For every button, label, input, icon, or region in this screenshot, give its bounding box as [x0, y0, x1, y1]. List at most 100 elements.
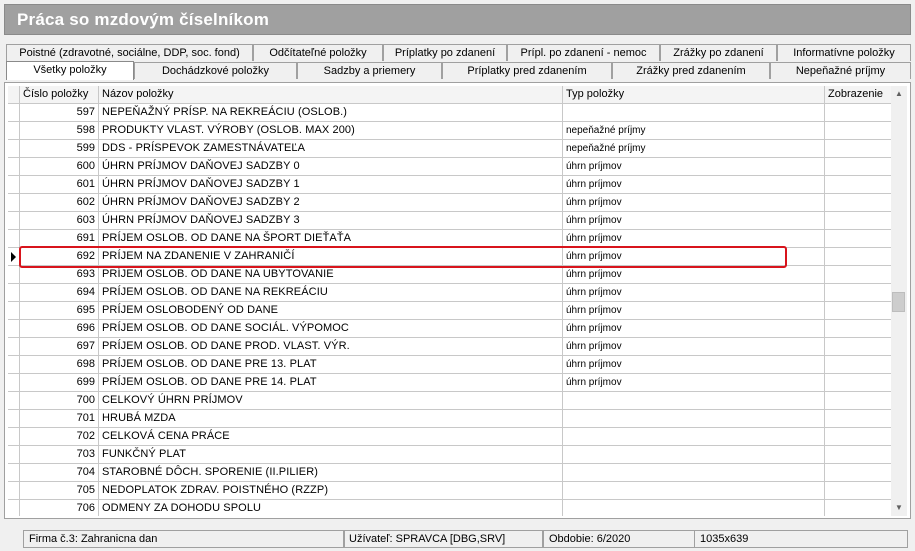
cell-typ-polozky[interactable]: úhrn príjmov [563, 302, 825, 320]
row-indicator-cell[interactable] [8, 392, 20, 410]
table-row[interactable]: 705 NEDOPLATOK ZDRAV. POISTNÉHO (RZZP) [8, 482, 892, 500]
cell-cislo-polozky[interactable]: 691 [20, 230, 99, 248]
cell-cislo-polozky[interactable]: 698 [20, 356, 99, 374]
cell-zobrazenie[interactable] [825, 266, 892, 284]
table-row[interactable]: 598 PRODUKTY VLAST. VÝROBY (OSLOB. MAX 20… [8, 122, 892, 140]
cell-cislo-polozky[interactable]: 598 [20, 122, 99, 140]
table-row[interactable]: 600 ÚHRN PRÍJMOV DAŇOVEJ SADZBY 0 úhrn prí… [8, 158, 892, 176]
cell-zobrazenie[interactable] [825, 212, 892, 230]
cell-typ-polozky[interactable]: úhrn príjmov [563, 194, 825, 212]
cell-typ-polozky[interactable]: úhrn príjmov [563, 230, 825, 248]
table-row[interactable]: 692 PRÍJEM NA ZDANENIE V ZAHRANIČÍ úhrn pr… [8, 248, 892, 266]
cell-nazov-polozky[interactable]: PRÍJEM OSLOB. OD DANE PRE 13. PLAT [99, 356, 563, 374]
table-row[interactable]: 693 PRÍJEM OSLOB. OD DANE NA UBYTOVANIE úh… [8, 266, 892, 284]
row-indicator-cell[interactable] [8, 464, 20, 482]
cell-nazov-polozky[interactable]: PRÍJEM OSLOBODENÝ OD DANE [99, 302, 563, 320]
cell-nazov-polozky[interactable]: PRÍJEM OSLOB. OD DANE PRE 14. PLAT [99, 374, 563, 392]
cell-nazov-polozky[interactable]: CELKOVÝ ÚHRN PRÍJMOV [99, 392, 563, 410]
header-cislo-polozky[interactable]: Číslo položky [20, 86, 99, 104]
cell-nazov-polozky[interactable]: NEDOPLATOK ZDRAV. POISTNÉHO (RZZP) [99, 482, 563, 500]
cell-nazov-polozky[interactable]: FUNKČNÝ PLAT [99, 446, 563, 464]
table-row[interactable]: 698 PRÍJEM OSLOB. OD DANE PRE 13. PLAT úhr… [8, 356, 892, 374]
row-indicator-cell[interactable] [8, 122, 20, 140]
tab-priplatky-po-zdaneni[interactable]: Príplatky po zdanení [383, 44, 507, 61]
header-nazov-polozky[interactable]: Názov položky [99, 86, 563, 104]
cell-zobrazenie[interactable] [825, 464, 892, 482]
cell-typ-polozky[interactable]: úhrn príjmov [563, 374, 825, 392]
table-row[interactable]: 706 ODMENY ZA DOHODU SPOLU [8, 500, 892, 516]
row-indicator-cell[interactable] [8, 266, 20, 284]
cell-zobrazenie[interactable] [825, 410, 892, 428]
row-indicator-cell[interactable] [8, 212, 20, 230]
table-row[interactable]: 704 STAROBNÉ DÔCH. SPORENIE (II.PILIER) [8, 464, 892, 482]
cell-zobrazenie[interactable] [825, 356, 892, 374]
table-row[interactable]: 601 ÚHRN PRÍJMOV DAŇOVEJ SADZBY 1 úhrn prí… [8, 176, 892, 194]
cell-nazov-polozky[interactable]: NEPEŇAŽNÝ PRÍSP. NA REKREÁCIU (OSLOB.) [99, 104, 563, 122]
cell-typ-polozky[interactable]: úhrn príjmov [563, 176, 825, 194]
cell-cislo-polozky[interactable]: 706 [20, 500, 99, 516]
table-row[interactable]: 700 CELKOVÝ ÚHRN PRÍJMOV [8, 392, 892, 410]
tab-poistne[interactable]: Poistné (zdravotné, sociálne, DDP, soc. … [6, 44, 253, 61]
cell-typ-polozky[interactable] [563, 392, 825, 410]
cell-zobrazenie[interactable] [825, 230, 892, 248]
cell-cislo-polozky[interactable]: 699 [20, 374, 99, 392]
cell-zobrazenie[interactable] [825, 248, 892, 266]
cell-nazov-polozky[interactable]: HRUBÁ MZDA [99, 410, 563, 428]
cell-typ-polozky[interactable]: úhrn príjmov [563, 284, 825, 302]
table-row[interactable]: 602 ÚHRN PRÍJMOV DAŇOVEJ SADZBY 2 úhrn prí… [8, 194, 892, 212]
cell-typ-polozky[interactable]: nepeňažné príjmy [563, 140, 825, 158]
cell-zobrazenie[interactable] [825, 500, 892, 516]
tab-pripl-po-zdaneni-nemoc[interactable]: Prípl. po zdanení - nemoc [507, 44, 660, 61]
cell-zobrazenie[interactable] [825, 392, 892, 410]
cell-nazov-polozky[interactable]: PRÍJEM OSLOB. OD DANE PROD. VLAST. VÝR. [99, 338, 563, 356]
cell-zobrazenie[interactable] [825, 194, 892, 212]
cell-zobrazenie[interactable] [825, 374, 892, 392]
row-indicator-cell[interactable] [8, 338, 20, 356]
cell-cislo-polozky[interactable]: 700 [20, 392, 99, 410]
cell-typ-polozky[interactable] [563, 500, 825, 516]
cell-cislo-polozky[interactable]: 705 [20, 482, 99, 500]
cell-zobrazenie[interactable] [825, 482, 892, 500]
tab-odcitatelne-polozky[interactable]: Odčítateľné položky [253, 44, 383, 61]
cell-cislo-polozky[interactable]: 603 [20, 212, 99, 230]
cell-typ-polozky[interactable] [563, 446, 825, 464]
tab-informativne-polozky[interactable]: Informatívne položky [777, 44, 911, 61]
cell-cislo-polozky[interactable]: 694 [20, 284, 99, 302]
scroll-down-icon[interactable]: ▼ [891, 500, 907, 516]
cell-zobrazenie[interactable] [825, 104, 892, 122]
cell-zobrazenie[interactable] [825, 320, 892, 338]
cell-cislo-polozky[interactable]: 702 [20, 428, 99, 446]
cell-cislo-polozky[interactable]: 704 [20, 464, 99, 482]
row-indicator-cell[interactable] [8, 284, 20, 302]
cell-typ-polozky[interactable]: úhrn príjmov [563, 158, 825, 176]
cell-cislo-polozky[interactable]: 597 [20, 104, 99, 122]
cell-nazov-polozky[interactable]: PRÍJEM OSLOB. OD DANE NA UBYTOVANIE [99, 266, 563, 284]
cell-cislo-polozky[interactable]: 695 [20, 302, 99, 320]
table-row[interactable]: 701 HRUBÁ MZDA [8, 410, 892, 428]
row-indicator-cell[interactable] [8, 248, 20, 266]
cell-zobrazenie[interactable] [825, 158, 892, 176]
cell-typ-polozky[interactable] [563, 464, 825, 482]
tab-zrazky-po-zdaneni[interactable]: Zrážky po zdanení [660, 44, 777, 61]
cell-cislo-polozky[interactable]: 693 [20, 266, 99, 284]
row-indicator-cell[interactable] [8, 320, 20, 338]
row-indicator-cell[interactable] [8, 482, 20, 500]
tab-dochadzkove-polozky[interactable]: Dochádzkové položky [134, 62, 297, 79]
tab-sadzby-a-priemery[interactable]: Sadzby a priemery [297, 62, 442, 79]
cell-typ-polozky[interactable]: úhrn príjmov [563, 338, 825, 356]
cell-nazov-polozky[interactable]: ODMENY ZA DOHODU SPOLU [99, 500, 563, 516]
cell-typ-polozky[interactable] [563, 482, 825, 500]
row-indicator-cell[interactable] [8, 500, 20, 516]
cell-typ-polozky[interactable] [563, 428, 825, 446]
cell-typ-polozky[interactable]: úhrn príjmov [563, 212, 825, 230]
cell-nazov-polozky[interactable]: CELKOVÁ CENA PRÁCE [99, 428, 563, 446]
tab-zrazky-pred-zdanenim[interactable]: Zrážky pred zdanením [612, 62, 770, 79]
cell-cislo-polozky[interactable]: 600 [20, 158, 99, 176]
tab-priplatky-pred-zdanenim[interactable]: Príplatky pred zdanením [442, 62, 612, 79]
cell-cislo-polozky[interactable]: 697 [20, 338, 99, 356]
row-indicator-cell[interactable] [8, 194, 20, 212]
scroll-thumb[interactable] [892, 292, 905, 312]
cell-nazov-polozky[interactable]: ÚHRN PRÍJMOV DAŇOVEJ SADZBY 2 [99, 194, 563, 212]
cell-cislo-polozky[interactable]: 696 [20, 320, 99, 338]
cell-typ-polozky[interactable]: nepeňažné príjmy [563, 122, 825, 140]
